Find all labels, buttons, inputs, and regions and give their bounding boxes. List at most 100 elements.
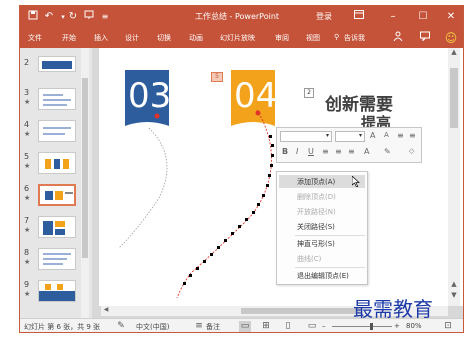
language-status[interactable]: 中文(中国) [136, 322, 169, 332]
notes-icon[interactable]: ≡ [193, 321, 205, 332]
align-right-button[interactable]: ≡ [348, 147, 355, 156]
block-number-03[interactable]: 03 [128, 76, 171, 116]
animation-star-icon: ★ [24, 290, 31, 298]
format-painter-icon[interactable]: ✎ [384, 147, 391, 156]
font-size-select[interactable]: ▾ [335, 131, 365, 142]
save-icon[interactable] [26, 10, 40, 24]
menu-item-straight-segment[interactable]: 抻直弓形(S) [297, 239, 335, 249]
lightbulb-icon[interactable]: ⚲ [334, 33, 339, 41]
slide-counter: 幻灯片 第 6 张，共 9 张 [24, 323, 101, 331]
redo-icon[interactable]: ↻ [66, 10, 80, 24]
context-menu: 添加顶点(A) 删除顶点(D) 开放路径(N) 关闭路径(S) 抻直弓形(S) … [276, 171, 368, 285]
menu-item-exit-edit-points[interactable]: 退出编辑顶点(E) [297, 271, 349, 281]
motion-path-1 [118, 127, 168, 249]
zoom-level[interactable]: 80% [406, 322, 422, 330]
menu-item-add-point[interactable]: 添加顶点(A) [297, 177, 335, 187]
tell-me-search[interactable]: 告诉我 [344, 33, 365, 43]
thumbnail-image[interactable] [38, 120, 76, 142]
vertical-scrollbar[interactable]: ▲ ▲ ▼ [448, 48, 460, 306]
tab-view[interactable]: 视图 [306, 33, 320, 43]
scroll-up-icon[interactable]: ▲ [448, 48, 460, 58]
thumbnail-image[interactable] [38, 56, 76, 72]
zoom-out-icon[interactable]: – [322, 322, 326, 330]
animation-star-icon: ★ [24, 258, 31, 266]
animation-tag[interactable]: 5 [211, 72, 223, 82]
tab-animations[interactable]: 动画 [189, 33, 203, 43]
zoom-in-icon[interactable]: + [394, 322, 400, 330]
thumbnail-image[interactable] [38, 216, 76, 238]
animation-star-icon: ★ [24, 98, 31, 106]
tab-home[interactable]: 开始 [62, 33, 76, 43]
thumbnail-image[interactable] [38, 248, 76, 270]
thumbnail-image-selected[interactable] [38, 184, 76, 206]
underline-button[interactable]: U [308, 147, 314, 156]
close-icon[interactable]: ✕ [442, 9, 460, 25]
undo-icon[interactable]: ↶ [42, 10, 56, 24]
horizontal-scroll-thumb[interactable] [241, 308, 361, 314]
animation-star-icon: ★ [24, 194, 31, 202]
slideshow-icon[interactable]: ▭ [306, 321, 318, 332]
menu-item-curve[interactable]: 曲线(C) [297, 254, 321, 264]
scroll-up-page-icon[interactable]: ▲ [448, 280, 460, 290]
ribbon-display-icon[interactable] [350, 9, 368, 25]
align-center-button[interactable]: ≡ [335, 147, 342, 156]
menu-item-open-path[interactable]: 开放路径(N) [297, 207, 336, 217]
menu-separator [295, 267, 365, 268]
chevron-down-icon: ▾ [358, 132, 362, 139]
align-left-button[interactable]: ≡ [322, 147, 329, 156]
tab-insert[interactable]: 插入 [94, 33, 108, 43]
zoom-slider[interactable] [332, 326, 392, 327]
login-link[interactable]: 登录 [316, 11, 332, 22]
scroll-down-page-icon[interactable]: ▼ [448, 291, 460, 301]
thumbnail-number: 3 [24, 88, 30, 97]
notes-button[interactable]: 备注 [206, 322, 220, 332]
present-icon[interactable] [82, 10, 96, 24]
thumbnail-number: 6 [24, 184, 30, 193]
tab-design[interactable]: 设计 [125, 33, 139, 43]
thumbnail-image[interactable] [38, 280, 76, 302]
bold-button[interactable]: B [282, 147, 288, 156]
thumbnail-number: 7 [24, 216, 30, 225]
animation-tag-2[interactable]: 2 [304, 88, 314, 98]
maximize-icon[interactable]: ☐ [414, 9, 432, 25]
tab-file[interactable]: 文件 [28, 33, 42, 43]
eraser-icon[interactable]: ◇ [409, 147, 414, 155]
watermark-text: 最需教育 [353, 297, 433, 321]
cursor-arrow-icon [351, 175, 362, 188]
fit-slide-icon[interactable]: ⊡ [442, 321, 454, 332]
slide-sorter-icon[interactable]: ⊞ [260, 321, 272, 332]
reading-view-icon[interactable]: ▯ [282, 321, 294, 332]
bullets-button[interactable]: ≡ [397, 131, 404, 140]
thumbnail-number: 5 [24, 152, 30, 161]
customize-icon[interactable]: ≡ [98, 10, 112, 24]
font-color-button[interactable]: A [364, 147, 369, 156]
minimize-icon[interactable]: – [384, 9, 402, 25]
smiley-icon[interactable]: ☺ [444, 31, 458, 45]
share-icon[interactable] [391, 31, 405, 45]
tab-slideshow[interactable]: 幻灯片放映 [220, 33, 255, 43]
thumbnail-image[interactable] [38, 88, 76, 110]
mini-toolbar: ▾ ▾ A A ≡ ≡ B I U ≡ ≡ ≡ A ✎ ◇ [276, 127, 422, 163]
menu-item-close-path[interactable]: 关闭路径(S) [297, 222, 335, 232]
italic-button[interactable]: I [296, 147, 298, 156]
zoom-slider-handle[interactable] [370, 323, 373, 330]
comment-icon[interactable] [418, 31, 432, 45]
vertical-scroll-thumb[interactable] [450, 68, 458, 128]
thumbnail-scroll-thumb[interactable] [82, 78, 88, 258]
animation-star-icon: ★ [24, 130, 31, 138]
shrink-font-button[interactable]: A [384, 131, 389, 139]
scroll-left-icon[interactable]: ◀ [101, 306, 111, 316]
normal-view-icon[interactable]: ▭ [239, 321, 251, 332]
tab-transitions[interactable]: 切换 [157, 33, 171, 43]
menu-item-delete-point[interactable]: 删除顶点(D) [297, 192, 336, 202]
thumbnail-scrollbar[interactable] [81, 48, 89, 318]
menu-separator [295, 235, 365, 236]
grow-font-button[interactable]: A [370, 131, 375, 140]
font-name-select[interactable]: ▾ [280, 131, 332, 142]
spellcheck-icon[interactable]: ✎ [115, 321, 127, 332]
numbering-button[interactable]: ≡ [409, 131, 416, 140]
thumbnail-image[interactable] [38, 152, 76, 174]
thumbnail-number: 2 [24, 58, 30, 67]
block-number-04[interactable]: 04 [234, 76, 277, 116]
tab-review[interactable]: 审阅 [275, 33, 289, 43]
